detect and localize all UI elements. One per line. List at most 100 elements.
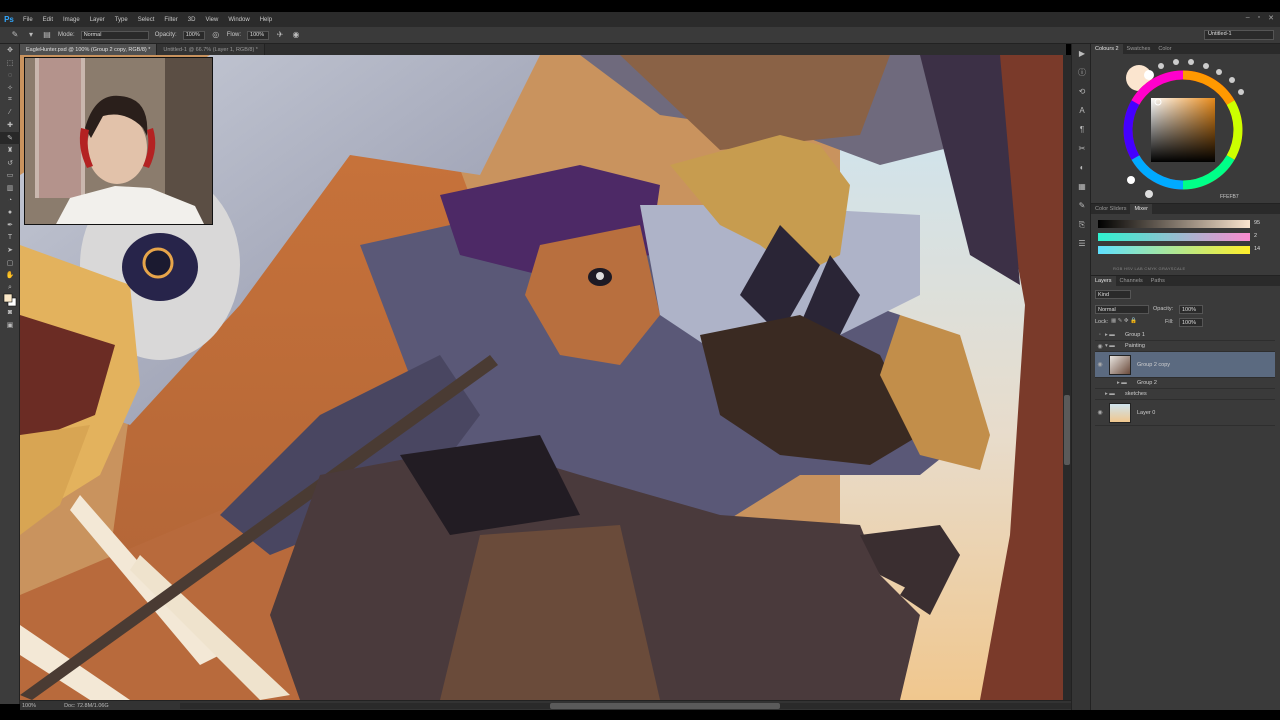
layer-row-selected[interactable]: ◉ Group 2 copy [1095,352,1275,378]
mode-select[interactable]: Normal [80,30,149,40]
workspace-select[interactable]: Untitled-1 [1204,30,1274,40]
brush-tool-icon[interactable]: ✎ [0,131,20,144]
crop-tool-icon[interactable]: ⌗ [0,94,20,107]
color-swatches-icon[interactable] [0,293,20,307]
hand-tool-icon[interactable]: ✋ [0,269,20,282]
menu-3d[interactable]: 3D [183,17,201,23]
layer-row[interactable]: ◉ ▾ ▬ Painting [1095,341,1275,352]
slider-l-value[interactable]: 95 [1254,220,1260,226]
slider-l[interactable] [1098,220,1250,228]
history-icon[interactable]: ⟲ [1072,82,1092,101]
vertical-scroll-thumb[interactable] [1064,395,1070,465]
blur-tool-icon[interactable]: ◔ [0,194,20,207]
tab-eaglehunter[interactable]: EagleHunter.psd @ 100% (Group 2 copy, RG… [20,44,158,55]
horizontal-scroll-thumb[interactable] [550,703,780,709]
tab-color[interactable]: Color [1154,44,1175,54]
quick-select-tool-icon[interactable]: ✧ [0,82,20,95]
healing-tool-icon[interactable]: ✚ [0,119,20,132]
lock-icons[interactable]: ▦ ✎ ✥ 🔒 [1111,318,1137,324]
menu-select[interactable]: Select [133,17,160,23]
layer-row[interactable]: ◦ ▸ ▬ Group 1 [1095,330,1275,341]
tab-paths[interactable]: Paths [1147,276,1169,286]
visibility-eye-icon[interactable]: ◦ [1095,332,1105,338]
menu-help[interactable]: Help [255,17,277,23]
pressure-size-icon[interactable]: ◉ [291,30,301,40]
brush-tool-icon[interactable]: ✎ [10,30,20,40]
slider-a-value[interactable]: 2 [1254,233,1257,239]
slider-mode-tabs[interactable]: RGB HSV LAB CMYK GRAYSCALE [1113,266,1185,271]
quick-mask-icon[interactable]: ◙ [0,307,20,320]
layer-row[interactable]: ◉ Layer 0 [1095,400,1275,426]
layer-row[interactable]: ▸ ▬ sketches [1095,389,1275,400]
eraser-tool-icon[interactable]: ▭ [0,169,20,182]
brush-preset-picker[interactable]: ▾ [26,30,36,40]
info-icon[interactable]: ⓘ [1072,63,1092,82]
menu-file[interactable]: File [18,17,38,23]
zoom-level[interactable]: 100% [22,703,36,709]
opacity-field[interactable]: 100% [182,30,205,40]
adjustments-icon[interactable]: ◐ [1072,158,1092,177]
slider-b-value[interactable]: 14 [1254,246,1260,252]
flow-field[interactable]: 100% [247,30,270,40]
visibility-eye-icon[interactable]: ◉ [1095,409,1105,416]
history-brush-icon[interactable]: ↺ [0,157,20,170]
tab-color-sliders[interactable]: Color Sliders [1091,204,1130,214]
tab-mixer[interactable]: Mixer [1130,204,1152,214]
gradient-tool-icon[interactable]: ▥ [0,182,20,195]
play-action-icon[interactable]: ▶ [1072,44,1092,63]
tools-icon[interactable]: ✂ [1072,139,1092,158]
layer-name[interactable]: Group 2 copy [1137,362,1170,368]
tab-untitled[interactable]: Untitled-1 @ 66.7% (Layer 1, RGB/8) * [157,44,265,55]
layer-name[interactable]: Painting [1125,343,1145,349]
tab-colours-2[interactable]: Colours 2 [1091,44,1123,54]
group-folder-icon[interactable]: ▸ ▬ [1105,332,1125,338]
properties-icon[interactable]: ☰ [1072,234,1092,253]
tab-layers[interactable]: Layers [1091,276,1116,286]
layer-filter-select[interactable]: Kind [1095,290,1131,299]
screen-mode-icon[interactable]: ▣ [0,319,20,332]
group-folder-icon[interactable]: ▾ ▬ [1105,343,1125,349]
styles-icon[interactable]: ▦ [1072,177,1092,196]
lasso-tool-icon[interactable]: ◌ [0,69,20,82]
brush-panel-icon[interactable]: ✎ [1072,196,1092,215]
shape-tool-icon[interactable]: ▢ [0,257,20,270]
close-button[interactable]: ✕ [1268,14,1274,22]
layer-opacity-field[interactable]: 100% [1179,305,1203,314]
eyedropper-tool-icon[interactable]: ⁄ [0,107,20,120]
menu-image[interactable]: Image [58,17,85,23]
canvas[interactable] [20,55,1063,700]
clone-source-icon[interactable]: ⎘ [1072,215,1092,234]
blend-mode-select[interactable]: Normal [1095,305,1149,314]
colour-wheel[interactable] [1091,54,1280,204]
minimize-button[interactable]: – [1246,14,1250,22]
marquee-tool-icon[interactable]: ⬚ [0,57,20,70]
fill-field[interactable]: 100% [1179,318,1203,327]
layer-name[interactable]: sketches [1125,391,1147,397]
layer-row[interactable]: ▸ ▬ Group 2 [1095,378,1275,389]
paragraph-icon[interactable]: ¶ [1072,120,1092,139]
layer-name[interactable]: Group 1 [1125,332,1145,338]
move-tool-icon[interactable]: ✥ [0,44,20,57]
character-icon[interactable]: A [1072,101,1092,120]
layer-name[interactable]: Layer 0 [1137,410,1155,416]
hex-value[interactable]: FFEFB7 [1220,194,1239,200]
pressure-opacity-icon[interactable]: ◎ [211,30,221,40]
group-folder-icon[interactable]: ▸ ▬ [1117,380,1137,386]
menu-edit[interactable]: Edit [38,17,58,23]
vertical-scrollbar[interactable] [1063,55,1071,700]
type-tool-icon[interactable]: T [0,232,20,245]
menu-layer[interactable]: Layer [85,17,110,23]
horizontal-scrollbar[interactable] [180,703,1080,709]
slider-b[interactable] [1098,246,1250,254]
menu-window[interactable]: Window [223,17,254,23]
menu-filter[interactable]: Filter [159,17,182,23]
menu-view[interactable]: View [200,17,223,23]
zoom-tool-icon[interactable]: ⌕ [0,282,20,295]
visibility-eye-icon[interactable]: ◉ [1095,361,1105,368]
menu-type[interactable]: Type [110,17,133,23]
slider-a[interactable] [1098,233,1250,241]
tab-swatches[interactable]: Swatches [1123,44,1155,54]
layer-name[interactable]: Group 2 [1137,380,1157,386]
airbrush-icon[interactable]: ✈ [275,30,285,40]
restore-button[interactable]: ▫ [1258,14,1260,22]
